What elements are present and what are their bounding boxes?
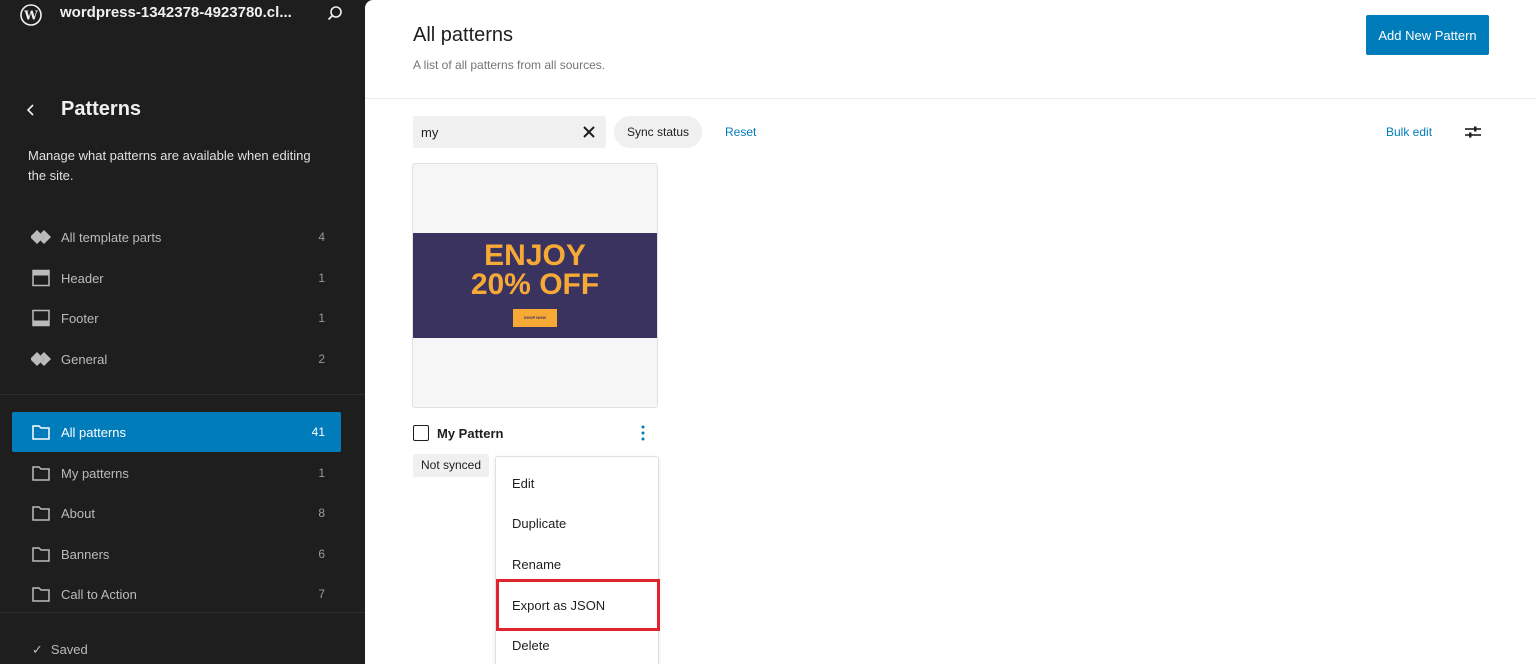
sidebar-item-count: 6 <box>318 547 325 561</box>
site-title[interactable]: wordpress-1342378-4923780.cl... <box>60 4 292 21</box>
folder-icon <box>31 464 51 482</box>
sidebar-item-count: 41 <box>311 425 325 439</box>
page-title: All patterns <box>413 24 514 46</box>
pattern-name[interactable]: My Pattern <box>437 426 503 441</box>
sidebar-title: Patterns <box>61 98 142 120</box>
menu-item-export-json[interactable]: Export as JSON <box>496 579 660 631</box>
sidebar-item-general[interactable]: General 2 <box>12 339 341 379</box>
sidebar-item-count: 8 <box>318 506 325 520</box>
wordpress-logo-icon[interactable]: W <box>20 4 42 26</box>
sidebar-item-count: 1 <box>318 271 325 285</box>
save-status: ✓ Saved <box>32 642 88 658</box>
menu-item-label: Delete <box>512 638 550 653</box>
sidebar-item-label: About <box>61 506 95 521</box>
folder-icon <box>31 504 51 522</box>
add-new-pattern-button[interactable]: Add New Pattern <box>1366 15 1489 55</box>
menu-item-edit[interactable]: Edit <box>496 464 660 504</box>
close-icon[interactable] <box>580 123 598 141</box>
preview-shop-button: SHOP NOW <box>513 309 557 327</box>
sidebar-item-my-patterns[interactable]: My patterns 1 <box>12 453 341 493</box>
search-icon[interactable] <box>324 3 346 25</box>
menu-item-delete[interactable]: Delete <box>496 626 660 664</box>
header-divider <box>365 98 1536 99</box>
sidebar-item-banners[interactable]: Banners 6 <box>12 534 341 574</box>
select-pattern-checkbox[interactable] <box>413 425 429 441</box>
sidebar-item-footer[interactable]: Footer 1 <box>12 298 341 338</box>
sidebar-item-label: Header <box>61 271 104 286</box>
sidebar-footer-divider <box>0 612 365 613</box>
sidebar-item-call-to-action[interactable]: Call to Action 7 <box>12 574 341 614</box>
sidebar-item-about[interactable]: About 8 <box>12 493 341 533</box>
bulk-edit-link[interactable]: Bulk edit <box>1386 125 1432 139</box>
sync-status-filter[interactable]: Sync status <box>614 116 703 148</box>
sidebar-item-label: Call to Action <box>61 587 137 602</box>
pattern-actions-menu: Edit Duplicate Rename Export as JSON Del… <box>495 456 660 664</box>
svg-text:W: W <box>23 9 38 23</box>
save-status-label: Saved <box>50 642 88 657</box>
menu-item-label: Duplicate <box>512 516 567 531</box>
sidebar-item-label: All template parts <box>61 230 162 245</box>
sidebar-item-label: Footer <box>61 311 99 326</box>
sidebar-description: Manage what patterns are available when … <box>28 148 311 183</box>
template-parts-icon <box>30 350 51 368</box>
menu-item-label: Export as JSON <box>512 598 606 613</box>
reset-link[interactable]: Reset <box>725 125 756 139</box>
sidebar: W wordpress-1342378-4923780.cl... Patter… <box>0 0 365 664</box>
sync-status-badge: Not synced <box>413 454 490 477</box>
search-field <box>413 116 606 148</box>
menu-item-label: Rename <box>512 557 562 572</box>
menu-item-duplicate[interactable]: Duplicate <box>496 504 660 544</box>
folder-icon <box>31 585 51 603</box>
sidebar-divider <box>0 394 365 395</box>
sidebar-item-all-patterns[interactable]: All patterns 41 <box>12 412 341 452</box>
header-icon <box>31 269 51 287</box>
sidebar-topbar: W wordpress-1342378-4923780.cl... <box>0 0 365 30</box>
sidebar-item-label: All patterns <box>61 425 127 440</box>
sidebar-item-header[interactable]: Header 1 <box>12 258 341 298</box>
view-options-icon[interactable] <box>1463 122 1483 142</box>
sidebar-item-label: General <box>61 352 108 367</box>
sidebar-item-count: 2 <box>318 352 325 366</box>
main-content: All patterns A list of all patterns from… <box>365 0 1536 664</box>
footer-icon <box>31 309 51 327</box>
sidebar-item-all-template-parts[interactable]: All template parts 4 <box>12 217 341 257</box>
template-parts-icon <box>30 228 51 246</box>
checkmark-icon: ✓ <box>32 642 43 657</box>
pattern-preview-card[interactable]: ENJOY 20% OFF SHOP NOW <box>412 163 658 408</box>
folder-icon <box>31 423 51 441</box>
more-actions-icon[interactable] <box>633 423 653 443</box>
pattern-preview-banner: ENJOY 20% OFF SHOP NOW <box>413 233 657 338</box>
page-subtitle: A list of all patterns from all sources. <box>413 58 606 72</box>
sidebar-item-label: My patterns <box>61 466 129 481</box>
sidebar-item-count: 7 <box>318 587 325 601</box>
back-chevron-icon[interactable] <box>22 98 42 122</box>
sidebar-item-count: 4 <box>318 230 325 244</box>
preview-subheadline: 20% OFF <box>470 268 600 301</box>
sidebar-item-count: 1 <box>318 311 325 325</box>
preview-headline: ENJOY <box>484 239 586 272</box>
menu-item-label: Edit <box>512 476 535 491</box>
sidebar-item-count: 1 <box>318 466 325 480</box>
folder-icon <box>31 545 51 563</box>
sidebar-item-label: Banners <box>61 547 110 562</box>
search-input[interactable] <box>413 116 573 148</box>
